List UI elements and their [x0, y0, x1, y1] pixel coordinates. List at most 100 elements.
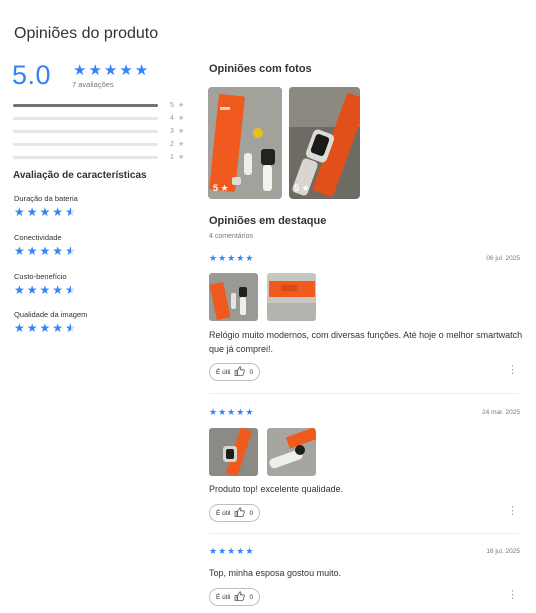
review-date: 06 jul. 2025	[486, 255, 520, 262]
page-title: Opiniões do produto	[14, 25, 159, 42]
useful-count: 0	[249, 368, 254, 376]
more-options-icon[interactable]: ⋮	[507, 590, 518, 601]
star-icon: ★	[39, 321, 51, 335]
star-icon: ★	[227, 407, 236, 417]
star-icon: ★	[178, 102, 185, 109]
thumbs-up-icon	[234, 591, 246, 603]
star-icon: ★	[218, 253, 227, 263]
star-icon: ★	[178, 154, 185, 161]
watch-thumbnail-image	[267, 428, 316, 476]
rating-bar-5[interactable]: 5 ★	[13, 100, 193, 110]
star-icon: ★	[39, 283, 51, 297]
star-icon: ★	[134, 62, 149, 79]
star-icon: ★	[209, 407, 218, 417]
star-icon: ★	[26, 321, 38, 335]
review-photo[interactable]: 5 ★	[289, 87, 360, 199]
star-icon: ★	[227, 546, 236, 556]
review-thumbnail[interactable]	[267, 428, 316, 476]
star-icon: ★	[39, 244, 51, 258]
star-icon: ★	[178, 141, 185, 148]
star-icon: ★	[236, 407, 245, 417]
average-stars: ★ ★ ★ ★ ★	[73, 63, 148, 78]
star-icon: ★	[245, 546, 254, 556]
useful-count: 0	[249, 593, 254, 601]
bar-track	[13, 129, 158, 133]
thumbs-up-icon	[234, 366, 246, 378]
review-divider	[209, 393, 519, 394]
review-thumbnail[interactable]	[209, 273, 258, 321]
rating-bar-4[interactable]: 4 ★	[13, 113, 193, 123]
bar-track	[13, 103, 158, 107]
star-icon: ★	[52, 205, 64, 219]
review-stars: ★ ★ ★ ★ ★	[209, 547, 253, 556]
bar-label: 3	[170, 127, 174, 135]
star-icon: ★	[52, 244, 64, 258]
star-icon: ★	[88, 62, 102, 79]
star-icon: ★	[26, 283, 38, 297]
review-text: Relógio muito modernos, com diversas fun…	[209, 330, 523, 354]
review-text: Top, minha esposa gostou muito.	[209, 568, 342, 578]
star-icon: ★	[218, 546, 227, 556]
useful-label: É útil	[216, 509, 231, 517]
star-icon: ★	[73, 62, 87, 79]
characteristics-heading: Avaliação de características	[13, 170, 147, 181]
average-rating: 5.0	[12, 60, 52, 90]
characteristic-label: Qualidade da imagem	[14, 310, 88, 319]
characteristic-stars: ★ ★ ★ ★ ★	[14, 284, 76, 296]
star-icon: ★	[245, 253, 254, 263]
star-icon: ★	[218, 407, 227, 417]
watch-thumbnail-image	[209, 273, 258, 321]
star-icon: ★	[245, 407, 254, 417]
star-icon: ★	[14, 283, 25, 297]
characteristic-label: Conectividade	[14, 233, 62, 242]
bar-track	[13, 155, 158, 159]
comments-count: 4 comentários	[209, 233, 253, 240]
rating-bar-2[interactable]: 2 ★	[13, 139, 193, 149]
star-icon: ★	[178, 115, 185, 122]
star-icon: ★	[178, 128, 185, 135]
useful-button[interactable]: É útil 0	[209, 504, 261, 522]
useful-label: É útil	[216, 593, 231, 601]
bar-label: 4	[170, 114, 174, 122]
featured-heading: Opiniões em destaque	[209, 215, 327, 227]
review-divider	[209, 533, 519, 534]
star-icon: ★	[26, 244, 38, 258]
review-stars: ★ ★ ★ ★ ★	[209, 408, 253, 417]
characteristic-stars: ★ ★ ★ ★ ★	[14, 245, 76, 257]
bar-label: 5	[170, 101, 174, 109]
star-icon: ★	[52, 283, 64, 297]
star-icon: ★	[236, 546, 245, 556]
characteristic-label: Custo-benefício	[14, 272, 67, 281]
bar-track	[13, 116, 158, 120]
useful-button[interactable]: É útil 0	[209, 363, 261, 381]
star-icon: ★	[209, 253, 218, 263]
star-icon: ★	[39, 205, 51, 219]
half-star-icon: ★	[65, 245, 76, 257]
star-icon: ★	[52, 321, 64, 335]
more-options-icon[interactable]: ⋮	[507, 506, 518, 517]
review-thumbnail[interactable]	[267, 273, 316, 321]
ratings-count: 7 avaliações	[72, 80, 114, 89]
useful-button[interactable]: É útil 0	[209, 588, 261, 606]
useful-count: 0	[249, 509, 254, 517]
photo-rating: 5 ★	[213, 183, 229, 193]
bar-fill	[13, 103, 158, 107]
watch-thumbnail-image	[209, 428, 258, 476]
bar-track	[13, 142, 158, 146]
rating-bar-3[interactable]: 3 ★	[13, 126, 193, 136]
rating-bar-1[interactable]: 1 ★	[13, 152, 193, 162]
review-photo[interactable]: 5 ★	[208, 87, 282, 199]
star-icon: ★	[119, 62, 133, 79]
watch-thumbnail-image	[267, 273, 316, 321]
star-icon: ★	[103, 62, 118, 79]
half-star-icon: ★	[65, 284, 76, 296]
characteristic-label: Duração da bateria	[14, 194, 78, 203]
photo-rating: 5 ★	[294, 183, 310, 193]
star-icon: ★	[14, 244, 25, 258]
bar-label: 1	[170, 153, 174, 161]
useful-label: É útil	[216, 368, 231, 376]
review-thumbnail[interactable]	[209, 428, 258, 476]
more-options-icon[interactable]: ⋮	[507, 365, 518, 376]
characteristic-stars: ★ ★ ★ ★ ★	[14, 206, 76, 218]
star-icon: ★	[209, 546, 218, 556]
